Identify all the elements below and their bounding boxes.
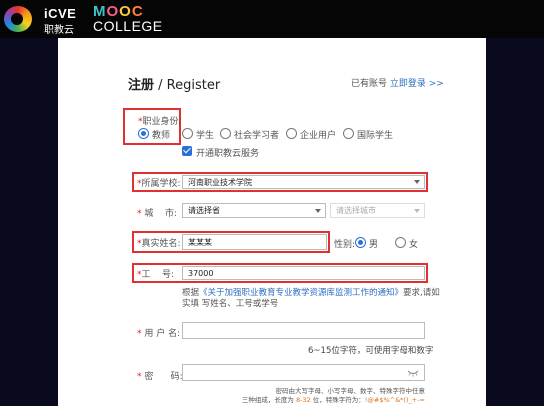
identity-radio-social-learner[interactable]	[220, 128, 231, 139]
real-name-notice-line2: 实填 写姓名、工号或学号	[182, 299, 279, 309]
college-text: COLLEGE	[93, 18, 163, 34]
real-name-input[interactable]: 某某某	[182, 234, 327, 250]
identity-radio-teacher[interactable]	[138, 128, 149, 139]
province-chevron-down-icon	[315, 208, 321, 213]
school-label: *所属学校:	[137, 179, 181, 189]
password-label: * 密 码:	[137, 372, 183, 382]
city-chevron-down-icon	[414, 208, 420, 213]
staff-id-label: *工 号:	[137, 270, 175, 280]
username-input[interactable]	[182, 322, 425, 339]
identity-label: *职业身份:	[138, 117, 182, 127]
page-title: 注册 / Register	[128, 78, 221, 93]
identity-option-social-learner: 社会学习者	[234, 131, 280, 141]
open-service-label: 开通职教云服务	[196, 149, 260, 159]
school-select[interactable]: 河南职业技术学院	[182, 175, 425, 189]
password-input[interactable]	[182, 364, 425, 381]
open-service-checkbox[interactable]	[182, 146, 192, 156]
mooc-college-logo[interactable]: MOOC COLLEGE	[93, 3, 163, 35]
identity-radio-international[interactable]	[343, 128, 354, 139]
icve-swirl-icon	[4, 6, 32, 32]
icve-logo-text: iCVE	[44, 6, 77, 21]
city-select[interactable]: 请选择城市	[330, 203, 425, 218]
password-help-line2: 三种组成，长度为 8-32 位，特殊字符为：!@#$%^&*()_+-=	[241, 396, 425, 404]
identity-option-student: 学生	[196, 131, 215, 141]
gender-option-female: 女	[409, 240, 419, 250]
staff-id-input[interactable]: 37000	[182, 266, 425, 280]
page-background-left	[0, 38, 58, 406]
username-help: 6~15位字符，可使用字母和数字	[308, 346, 434, 356]
eye-closed-icon[interactable]	[407, 369, 419, 377]
top-header: iCVE 职教云 MOOC COLLEGE	[0, 0, 544, 38]
page-background-right	[486, 38, 544, 406]
identity-radio-enterprise[interactable]	[286, 128, 297, 139]
gender-option-male: 男	[369, 240, 379, 250]
identity-option-enterprise: 企业用户	[300, 131, 337, 141]
login-hint: 已有账号 立即登录 >>	[351, 79, 444, 89]
icve-logo[interactable]: iCVE 职教云	[4, 4, 84, 36]
identity-option-teacher: 教师	[152, 131, 171, 141]
identity-radio-student[interactable]	[182, 128, 193, 139]
school-chevron-down-icon	[414, 180, 420, 184]
register-panel: 注册 / Register 已有账号 立即登录 >> *职业身份: 教师 学生 …	[58, 38, 486, 406]
identity-option-international: 国际学生	[357, 131, 394, 141]
username-label: * 用 户 名:	[137, 329, 181, 339]
real-name-label: *真实姓名:	[137, 239, 181, 249]
gender-radio-male[interactable]	[355, 237, 366, 248]
gender-label: 性别:	[334, 240, 356, 250]
login-link[interactable]: 立即登录 >>	[390, 79, 444, 89]
gender-radio-female[interactable]	[395, 237, 406, 248]
icve-logo-subtitle: 职教云	[44, 25, 74, 36]
province-select[interactable]: 请选择省	[182, 203, 326, 218]
city-label: * 城 市:	[137, 209, 177, 219]
